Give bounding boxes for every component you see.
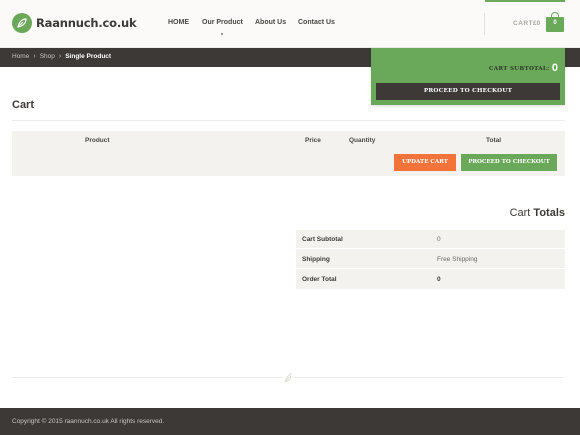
update-cart-button[interactable]: UPDATE CART xyxy=(394,154,456,171)
nav-item-our-product[interactable]: Our Product xyxy=(202,19,243,26)
column-header-product: Product xyxy=(85,137,110,144)
breadcrumb: Home › Shop › Single Product xyxy=(12,53,111,60)
mini-cart-checkout-button[interactable]: PROCEED TO CHECKOUT xyxy=(376,83,560,100)
breadcrumb-home[interactable]: Home xyxy=(12,53,29,60)
nav-item-home[interactable]: HOME xyxy=(168,19,189,26)
cart-totals-title: Cart Totals xyxy=(510,207,565,219)
proceed-to-checkout-button[interactable]: PROCEED TO CHECKOUT xyxy=(461,154,557,171)
totals-value: 0 xyxy=(437,236,441,243)
cart-totals-title-bold: Totals xyxy=(533,207,565,219)
header-cart-price: £0 xyxy=(533,20,541,27)
copyright-text: Copyright © 2015 raannuch.co.uk All righ… xyxy=(12,418,165,425)
totals-label: Cart Subtotal xyxy=(302,236,343,243)
column-header-quantity: Quantity xyxy=(349,137,376,144)
chevron-right-icon: › xyxy=(58,53,62,60)
totals-value: Free Shipping xyxy=(437,256,478,263)
leaf-logo-icon xyxy=(12,13,32,33)
cart-totals-title-light: Cart xyxy=(509,207,531,219)
submenu-indicator-icon xyxy=(221,33,223,35)
site-footer: Copyright © 2015 raannuch.co.uk All righ… xyxy=(0,408,580,435)
cart-count-badge: 0 xyxy=(553,20,557,26)
logo-text: Raannuch.co.uk xyxy=(36,16,137,30)
column-header-total: Total xyxy=(486,137,502,144)
mini-cart-subtotal-label: CART SUBTOTAL: xyxy=(489,66,550,72)
cart-totals-table: Cart Subtotal 0 Shipping Free Shipping O… xyxy=(296,230,565,289)
page: Raannuch.co.uk HOME Our Product About Us… xyxy=(0,0,580,435)
site-header: Raannuch.co.uk HOME Our Product About Us… xyxy=(0,0,580,48)
totals-label: Shipping xyxy=(302,256,330,263)
breadcrumb-shop[interactable]: Shop xyxy=(40,53,55,60)
column-header-price: Price xyxy=(305,137,321,144)
header-accent-bar xyxy=(485,0,565,2)
header-divider xyxy=(484,13,485,35)
mini-cart-dropdown: CART SUBTOTAL: 0 PROCEED TO CHECKOUT xyxy=(371,48,565,105)
totals-value: 0 xyxy=(437,276,441,283)
site-logo[interactable]: Raannuch.co.uk xyxy=(12,13,137,33)
chevron-right-icon: › xyxy=(33,53,36,60)
totals-row-subtotal: Cart Subtotal 0 xyxy=(296,230,565,249)
breadcrumb-current: Single Product xyxy=(65,53,112,60)
totals-row-order-total: Order Total 0 xyxy=(296,270,565,289)
divider xyxy=(12,120,565,121)
page-title: Cart xyxy=(12,99,35,111)
mini-cart-subtotal-value: 0 xyxy=(551,62,558,74)
totals-label: Order Total xyxy=(302,276,337,283)
shopping-bag-icon[interactable]: 0 xyxy=(546,12,564,32)
nav-item-about-us[interactable]: About Us xyxy=(255,19,286,26)
nav-item-contact-us[interactable]: Contact Us xyxy=(298,19,335,26)
header-cart-label[interactable]: CART xyxy=(513,20,533,27)
leaf-divider-icon xyxy=(282,371,294,383)
cart-table: Product Price Quantity Total UPDATE CART… xyxy=(12,131,565,176)
totals-row-shipping: Shipping Free Shipping xyxy=(296,250,565,269)
